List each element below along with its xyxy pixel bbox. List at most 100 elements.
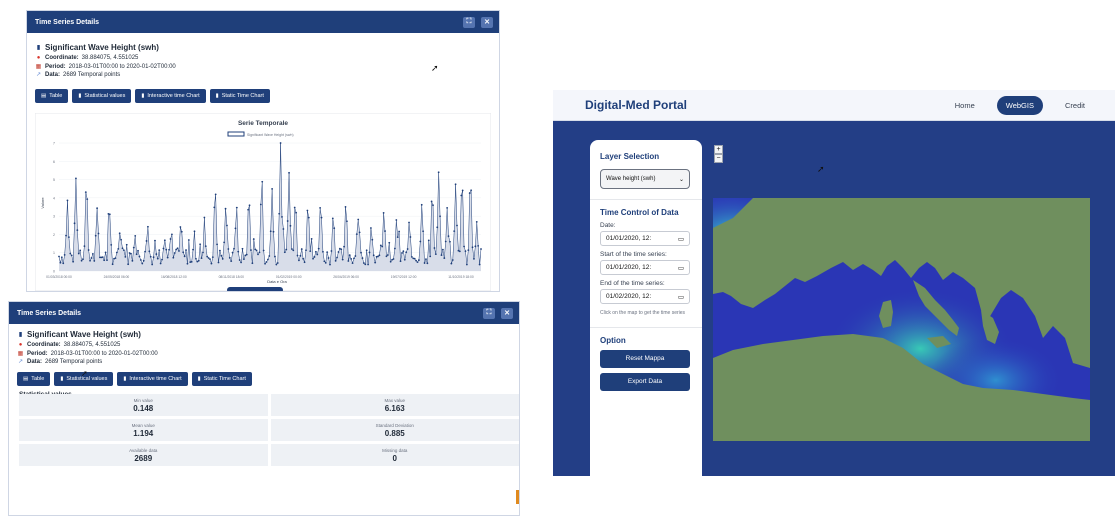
table-icon: ▤ (23, 375, 29, 382)
data-point (290, 248, 293, 250)
data-point (221, 258, 224, 260)
data-point (410, 255, 413, 258)
data-point (220, 254, 223, 257)
y-tick-label: 3 (53, 215, 55, 219)
end-date-input[interactable]: 01/02/2020, 12: ▭ (600, 289, 690, 304)
chart-scroll-button[interactable] (227, 287, 283, 291)
data-point (86, 198, 89, 201)
static-chart-button[interactable]: ▮ Static Time Chart (191, 371, 252, 386)
start-date-input[interactable]: 01/01/2020, 12: ▭ (600, 260, 690, 275)
data-point (216, 243, 218, 246)
reset-map-button[interactable]: Reset Mappa (600, 349, 690, 368)
data-point (259, 203, 262, 206)
data-point (312, 257, 314, 260)
data-point (357, 218, 360, 221)
data-point (420, 203, 423, 206)
data-point (245, 253, 248, 256)
data-point (213, 206, 216, 209)
data-point (156, 257, 159, 260)
table-button[interactable]: ▤ Table (17, 371, 51, 386)
map-help-text: Click on the map to get the time series (600, 310, 686, 316)
data-point (103, 259, 106, 262)
date-input[interactable]: 01/01/2020, 12: ▭ (600, 231, 690, 246)
portal-brand[interactable]: Digital-Med Portal (585, 98, 687, 112)
data-point (207, 257, 210, 259)
data-point (202, 251, 204, 254)
data-point (477, 244, 480, 247)
calendar-icon[interactable]: ▭ (678, 293, 684, 301)
data-point (365, 249, 368, 252)
data-point (66, 199, 69, 202)
date-label: Date: (600, 222, 616, 229)
x-tick-label: 11/10/2019 18:00 (448, 275, 474, 279)
data-point (309, 250, 312, 253)
data-point (121, 247, 124, 250)
nav-webgis[interactable]: WebGIS (996, 95, 1043, 115)
data-point (379, 244, 382, 247)
data-point (289, 224, 292, 227)
data-point (83, 245, 86, 248)
data-point (77, 252, 80, 255)
data-point (62, 262, 65, 265)
panel-title: Time Series Details (17, 309, 82, 317)
data-point (172, 256, 175, 259)
data-point (190, 260, 193, 263)
data-point (117, 247, 120, 250)
statistical-values-button[interactable]: ▮ Statistical values (72, 88, 132, 103)
data-point (470, 189, 473, 192)
data-point (415, 259, 417, 262)
data-point (264, 262, 266, 265)
data-point (293, 206, 296, 209)
data-point (401, 252, 403, 254)
data-point (275, 263, 278, 266)
data-point (331, 217, 334, 220)
data-point (480, 248, 482, 250)
data-point (432, 204, 434, 207)
data-point (362, 262, 365, 264)
stat-mean: Mean value 1.194 (19, 419, 268, 441)
end-label: End of the time series: (600, 280, 665, 287)
data-point (166, 256, 169, 259)
zoom-in-button[interactable]: + (714, 145, 723, 154)
data-point (450, 262, 453, 265)
data-point (441, 248, 444, 251)
zoom-out-button[interactable]: − (714, 154, 723, 163)
layer-heading: Layer Selection (600, 152, 660, 161)
data-point (474, 245, 477, 248)
data-point (453, 230, 456, 232)
data-point (75, 177, 77, 180)
data-point (228, 256, 231, 259)
calendar-icon[interactable]: ▭ (678, 235, 684, 243)
data-point (353, 257, 355, 260)
data-point (333, 227, 336, 230)
data-point (449, 240, 451, 243)
data-point (336, 256, 338, 259)
nav-home[interactable]: Home (955, 101, 975, 110)
data-point (351, 262, 354, 264)
expand-icon[interactable]: ⛶ (463, 16, 475, 28)
data-point (147, 225, 149, 228)
mouse-cursor-icon: ➚ (431, 63, 439, 73)
data-point (261, 180, 264, 183)
sea-map[interactable] (713, 198, 1090, 441)
close-icon[interactable]: ✕ (501, 307, 513, 319)
expand-icon[interactable]: ⛶ (483, 307, 495, 319)
calendar-icon[interactable]: ▭ (678, 264, 684, 272)
export-data-button[interactable]: Export Data (600, 372, 690, 391)
close-icon[interactable]: ✕ (481, 16, 493, 28)
mouse-cursor-icon: ➚ (817, 164, 825, 174)
interactive-chart-button[interactable]: ▮ Interactive time Chart (117, 371, 188, 386)
interactive-chart-button[interactable]: ▮ Interactive time Chart (135, 88, 206, 103)
data-point (139, 259, 142, 261)
table-button[interactable]: ▤ Table (35, 88, 69, 103)
data-point (180, 230, 183, 233)
data-point (195, 257, 197, 260)
data-point (426, 262, 429, 265)
chart-icon: ▮ (197, 375, 201, 382)
layer-select[interactable]: Wave height (swh) ⌄ (600, 169, 690, 189)
data-point (436, 226, 439, 229)
data-point (478, 263, 481, 266)
data-point (186, 262, 189, 265)
nav-credit[interactable]: Credit (1065, 101, 1085, 110)
static-chart-button[interactable]: ▮ Static Time Chart (209, 88, 270, 103)
